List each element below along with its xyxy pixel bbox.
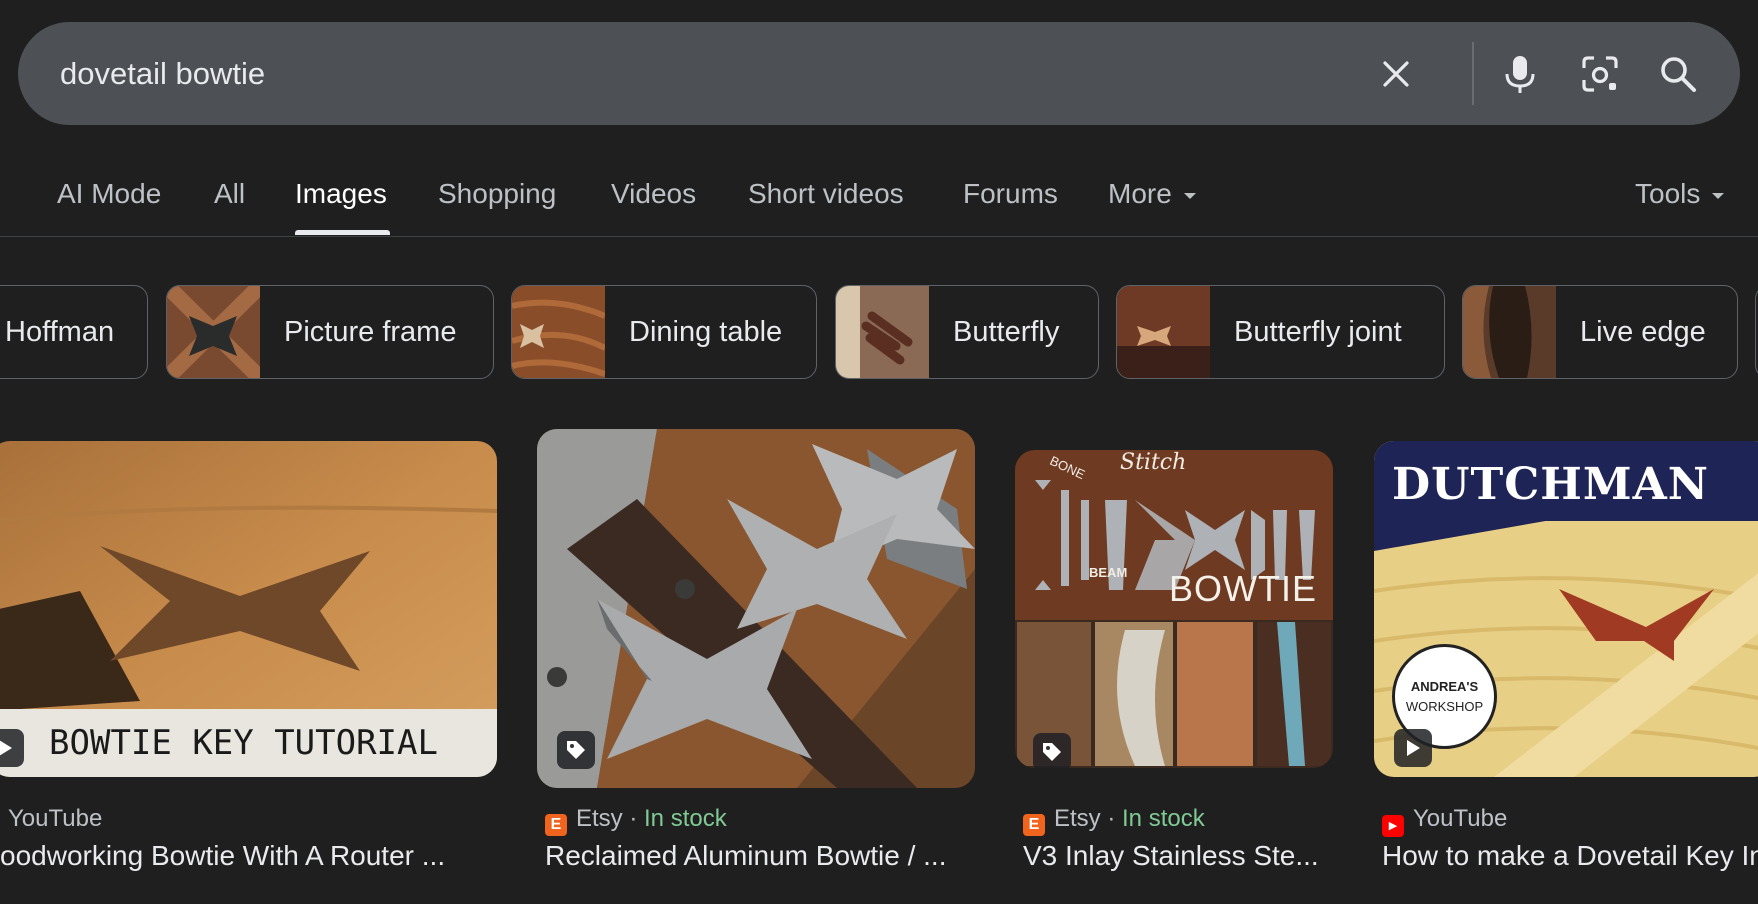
tab-more-label: More xyxy=(1108,178,1172,209)
active-tab-indicator xyxy=(295,230,390,235)
chip-butterfly[interactable]: Butterfly xyxy=(835,285,1099,379)
youtube-favicon-icon: ▶ xyxy=(1382,815,1404,837)
chip-thumbnail xyxy=(512,286,605,378)
camera-lens-icon[interactable] xyxy=(1578,52,1622,96)
chip-butterfly-joint[interactable]: Butterfly joint xyxy=(1116,285,1445,379)
etsy-favicon-icon: E xyxy=(545,814,567,836)
tab-all[interactable]: All xyxy=(214,178,245,210)
play-icon xyxy=(0,729,24,767)
result-title-2[interactable]: Reclaimed Aluminum Bowtie / ... xyxy=(545,840,965,872)
search-divider xyxy=(1472,42,1474,105)
tab-images[interactable]: Images xyxy=(295,178,387,210)
result-thumbnail xyxy=(537,429,975,788)
source-name: Etsy xyxy=(1054,805,1101,832)
chip-live-edge[interactable]: Live edge xyxy=(1462,285,1738,379)
result-title-1[interactable]: oodworking Bowtie With A Router ... xyxy=(0,840,470,872)
tab-videos[interactable]: Videos xyxy=(611,178,696,210)
tools-label: Tools xyxy=(1635,178,1701,209)
chevron-down-icon xyxy=(1183,192,1196,199)
thumbnail-overlay-heading: DUTCHMAN xyxy=(1392,459,1709,510)
tab-forums[interactable]: Forums xyxy=(963,178,1058,210)
price-tag-icon xyxy=(1033,733,1071,768)
tab-short-videos[interactable]: Short videos xyxy=(748,178,904,210)
result-image-2[interactable] xyxy=(537,429,975,788)
result-source-1[interactable]: YouTube xyxy=(8,805,102,833)
result-image-3[interactable]: Stitch BONE BEAM BOWTIE xyxy=(1015,450,1333,768)
tab-ai-mode[interactable]: AI Mode xyxy=(57,178,161,210)
search-bar[interactable]: dovetail bowtie xyxy=(18,22,1740,125)
microphone-icon[interactable] xyxy=(1498,52,1542,96)
chip-thumbnail xyxy=(1463,286,1556,378)
result-source-2[interactable]: E Etsy · In stock xyxy=(545,805,727,836)
chip-thumbnail xyxy=(1117,286,1210,378)
thumbnail-overlay-text: BOWTIE KEY TUTORIAL xyxy=(49,723,438,763)
chip-label: Butterfly xyxy=(953,316,1060,348)
result-title-3[interactable]: V3 Inlay Stainless Ste... xyxy=(1023,840,1343,872)
stock-status: In stock xyxy=(1122,805,1205,832)
chip-label: Picture frame xyxy=(284,316,457,348)
chip-picture-frame[interactable]: Picture frame xyxy=(166,285,494,379)
thumbnail-overlay-bowtie: BOWTIE xyxy=(1169,568,1317,609)
etsy-favicon-icon: E xyxy=(1023,814,1045,836)
tab-shopping[interactable]: Shopping xyxy=(438,178,556,210)
result-source-4[interactable]: ▶ YouTube xyxy=(1382,805,1507,837)
search-input[interactable]: dovetail bowtie xyxy=(60,22,265,125)
search-tabs: AI Mode All Images Shopping Videos Short… xyxy=(0,160,1758,237)
source-separator: · xyxy=(1100,805,1123,832)
tab-more[interactable]: More xyxy=(1108,178,1196,210)
chip-label: Hoffman xyxy=(5,316,115,348)
result-source-3[interactable]: E Etsy · In stock xyxy=(1023,805,1205,836)
result-image-1[interactable]: BOWTIE KEY TUTORIAL xyxy=(0,441,497,777)
thumbnail-overlay-beam: BEAM xyxy=(1089,565,1128,580)
close-icon[interactable] xyxy=(1374,52,1418,96)
result-image-4[interactable]: DUTCHMAN ANDREA'S WORKSHOP xyxy=(1374,441,1758,777)
result-title-4[interactable]: How to make a Dovetail Key In xyxy=(1382,840,1758,872)
search-icon[interactable] xyxy=(1656,52,1700,96)
chevron-down-icon xyxy=(1712,192,1725,199)
source-separator: · xyxy=(622,805,645,832)
thumbnail-overlay-stitch: Stitch xyxy=(1120,450,1187,475)
source-name: YouTube xyxy=(1413,805,1508,832)
logo-line-1: ANDREA'S xyxy=(1410,679,1479,694)
logo-line-2: WORKSHOP xyxy=(1405,699,1484,714)
source-name: YouTube xyxy=(8,805,103,832)
price-tag-icon xyxy=(557,731,595,769)
stock-status: In stock xyxy=(644,805,727,832)
play-icon xyxy=(1394,729,1432,767)
chip-label: Butterfly joint xyxy=(1234,316,1402,348)
chip-dining-table[interactable]: Dining table xyxy=(511,285,817,379)
chip-label: Dining table xyxy=(629,316,783,348)
tools-button[interactable]: Tools xyxy=(1635,178,1725,210)
source-name: Etsy xyxy=(576,805,623,832)
chip-thumbnail xyxy=(836,286,929,378)
chip-label: Live edge xyxy=(1580,316,1706,348)
chip-hoffman[interactable]: Hoffman xyxy=(0,285,148,379)
chip-thumbnail xyxy=(167,286,260,378)
